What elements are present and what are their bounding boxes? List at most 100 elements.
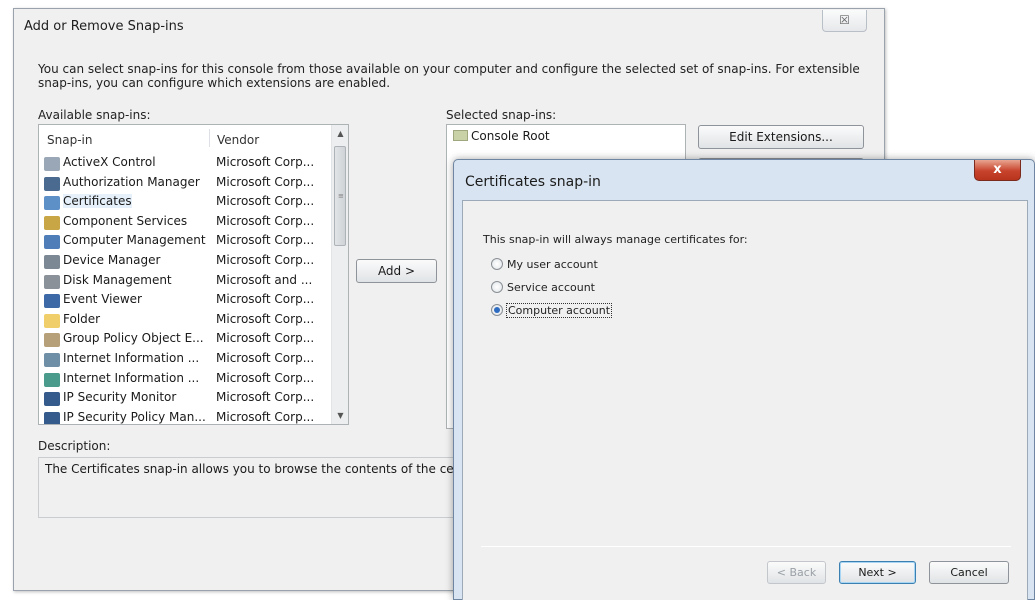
snapin-name: IP Security Monitor (63, 390, 177, 405)
activex-icon (44, 157, 60, 171)
snapin-name: Event Viewer (63, 292, 142, 307)
certificate-icon (44, 196, 60, 211)
snapin-row[interactable]: IP Security Policy Man... Microsoft Corp.… (43, 409, 328, 424)
back-button[interactable]: < Back (767, 561, 826, 584)
cert-dialog-title: Certificates snap-in (465, 174, 601, 190)
snapin-row[interactable]: Event Viewer Microsoft Corp... (43, 291, 328, 311)
list-scrollbar[interactable]: ▲ ≡ ▼ (331, 125, 348, 424)
column-header-snapin[interactable]: Snap-in (47, 133, 92, 147)
snapin-name: Component Services (63, 213, 188, 228)
radio-label: Computer account (505, 303, 613, 318)
snapin-vendor: Microsoft Corp... (216, 292, 315, 307)
snapin-vendor: Microsoft Corp... (216, 194, 315, 209)
snapin-name: Device Manager (63, 252, 161, 267)
intro-line-1: You can select snap-ins for this console… (38, 62, 860, 76)
radio-my-user-account[interactable]: My user account (491, 258, 598, 271)
snapin-vendor: Microsoft Corp... (216, 155, 315, 169)
close-icon: x (993, 162, 1002, 177)
snapin-row[interactable]: Group Policy Object E... Microsoft Corp..… (43, 330, 328, 350)
ip-security-icon (44, 392, 60, 407)
radio-service-account[interactable]: Service account (491, 281, 595, 294)
radio-label: My user account (507, 258, 598, 271)
computer-management-icon (44, 235, 60, 250)
console-root-icon (453, 130, 468, 141)
edit-extensions-button[interactable]: Edit Extensions... (698, 125, 864, 149)
snapin-row[interactable]: Authorization Manager Microsoft Corp... (43, 174, 328, 194)
snapin-row[interactable]: ActiveX Control Microsoft Corp... (43, 154, 328, 174)
snapin-vendor: Microsoft Corp... (216, 370, 315, 385)
snapin-vendor: Microsoft Corp... (216, 311, 315, 326)
component-services-icon (44, 215, 60, 230)
available-snapins-label: Available snap-ins: (38, 108, 151, 122)
selected-snapins-label: Selected snap-ins: (446, 108, 557, 122)
snapin-name: Internet Information ... (63, 350, 200, 365)
iis-icon (44, 352, 60, 367)
close-button[interactable]: ☒ (822, 10, 867, 32)
snapin-vendor: Microsoft Corp... (216, 350, 315, 365)
column-header-vendor[interactable]: Vendor (217, 133, 259, 147)
snapin-name: Folder (63, 311, 101, 326)
snapin-row[interactable]: IP Security Monitor Microsoft Corp... (43, 389, 328, 409)
folder-icon (44, 313, 60, 328)
next-button[interactable]: Next > (839, 561, 916, 584)
cert-prompt: This snap-in will always manage certific… (483, 233, 748, 246)
snapin-row[interactable]: Device Manager Microsoft Corp... (43, 252, 328, 272)
snapin-row[interactable]: Folder Microsoft Corp... (43, 311, 328, 331)
cancel-button[interactable]: Cancel (929, 561, 1009, 584)
intro-text: You can select snap-ins for this console… (38, 62, 868, 90)
snapin-vendor: Microsoft Corp... (216, 213, 315, 228)
snapin-name: IP Security Policy Man... (63, 409, 206, 424)
scroll-thumb[interactable]: ≡ (334, 146, 346, 246)
scroll-down-arrow-icon[interactable]: ▼ (332, 407, 348, 424)
cert-close-button[interactable]: x (974, 160, 1021, 181)
snapin-row[interactable]: Disk Management Microsoft and ... (43, 272, 328, 292)
snapin-row[interactable]: Computer Management Microsoft Corp... (43, 232, 328, 252)
scroll-grip-icon: ≡ (338, 192, 344, 200)
snapin-vendor: Microsoft Corp... (216, 252, 315, 267)
snapin-vendor: Microsoft and ... (216, 272, 313, 287)
disk-management-icon (44, 274, 60, 289)
cert-dialog-body: This snap-in will always manage certific… (462, 200, 1028, 600)
radio-button-icon[interactable] (491, 281, 503, 293)
intro-line-2: snap-ins, you can configure which extens… (38, 76, 391, 90)
separator (481, 546, 1011, 547)
authorization-icon (44, 176, 60, 191)
snapin-name: Computer Management (63, 233, 206, 248)
snapin-name: Internet Information ... (63, 370, 200, 385)
snapin-row[interactable]: Certificates Microsoft Corp... (43, 193, 328, 213)
snapin-vendor: Microsoft Corp... (216, 331, 315, 346)
scroll-up-arrow-icon[interactable]: ▲ (332, 125, 348, 142)
add-button[interactable]: Add > (356, 259, 437, 283)
ip-security-policy-icon (44, 411, 60, 424)
list-header: Snap-in Vendor (39, 125, 329, 149)
iis-icon (44, 372, 60, 387)
available-snapins-list[interactable]: Snap-in Vendor ActiveX Control Microsoft … (38, 124, 349, 425)
group-policy-icon (44, 333, 60, 348)
snapin-vendor: Microsoft Corp... (216, 390, 315, 405)
selected-item-console-root[interactable]: Console Root (453, 129, 550, 143)
description-label: Description: (38, 439, 111, 453)
snapin-row[interactable]: Component Services Microsoft Corp... (43, 213, 328, 233)
radio-button-checked-icon[interactable] (491, 304, 503, 316)
snapin-name: Group Policy Object E... (63, 331, 204, 346)
snapin-rows: ActiveX Control Microsoft Corp... Authoriz… (43, 154, 328, 424)
event-viewer-icon (44, 294, 60, 309)
snapin-vendor: Microsoft Corp... (216, 174, 315, 189)
radio-computer-account[interactable]: Computer account (491, 303, 613, 318)
snapin-name: Disk Management (63, 272, 172, 287)
column-divider[interactable] (209, 129, 210, 147)
radio-button-icon[interactable] (491, 258, 503, 270)
snapin-name: ActiveX Control (63, 155, 156, 169)
snapin-vendor: Microsoft Corp... (216, 233, 315, 248)
device-manager-icon (44, 254, 60, 269)
certificates-snapin-dialog: Certificates snap-in x This snap-in will… (453, 159, 1035, 600)
snapin-name: Certificates (63, 194, 132, 209)
snapin-row[interactable]: Internet Information ... Microsoft Corp..… (43, 350, 328, 370)
snapin-vendor: Microsoft Corp... (216, 409, 315, 424)
radio-label: Service account (507, 281, 595, 294)
snapin-row[interactable]: Internet Information ... Microsoft Corp..… (43, 370, 328, 390)
selected-item-label: Console Root (471, 129, 550, 143)
snapin-name: Authorization Manager (63, 174, 200, 189)
close-icon: ☒ (839, 13, 850, 27)
dialog-title: Add or Remove Snap-ins (24, 19, 184, 34)
